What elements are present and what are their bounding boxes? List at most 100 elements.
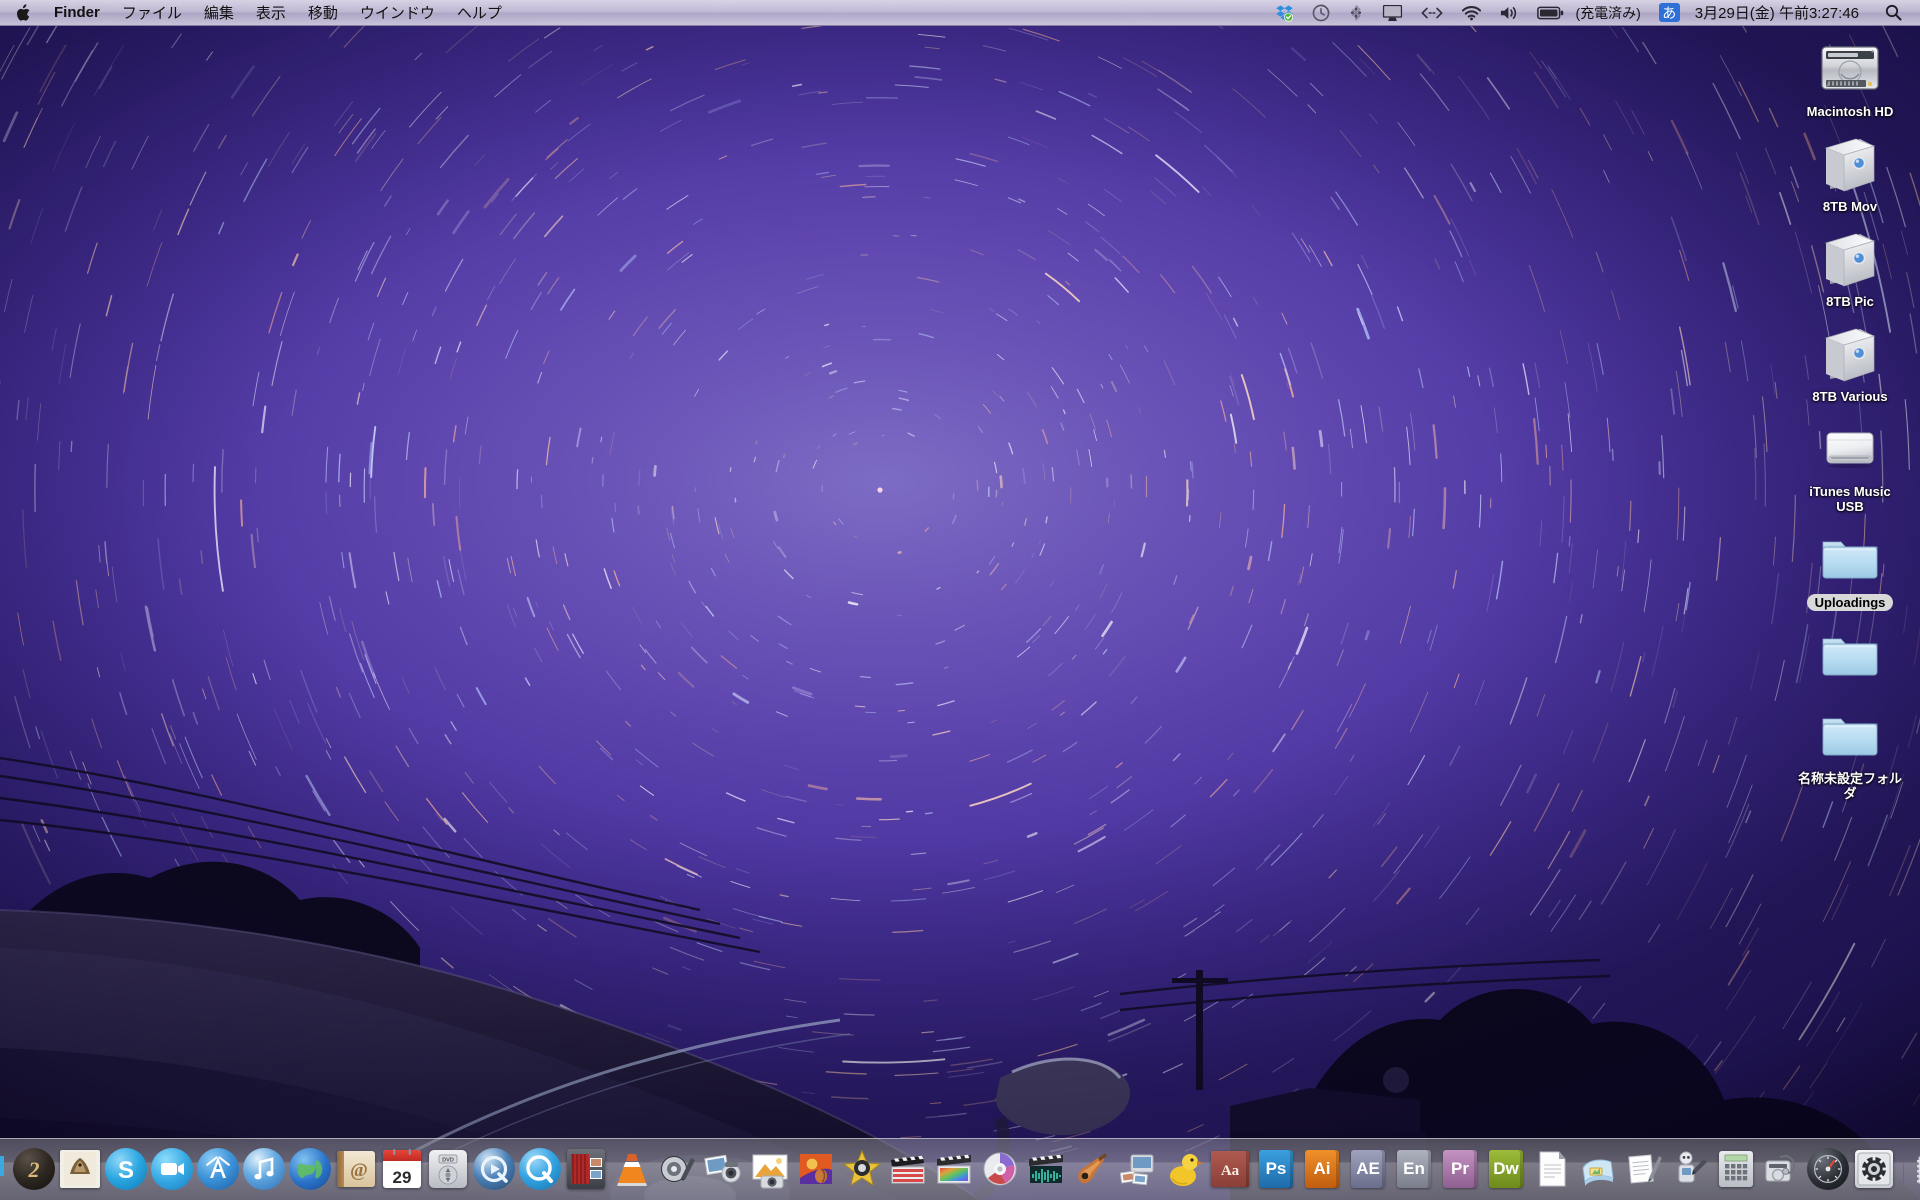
dock-item-image-capture[interactable] [747, 1139, 793, 1197]
dock-item-vlc[interactable] [609, 1139, 655, 1197]
desktop-icon-8tb-mov[interactable]: 8TB Mov [1790, 125, 1910, 214]
dock-item-after-effects[interactable]: AE [1345, 1139, 1391, 1197]
menu-app-name[interactable]: Finder [43, 0, 111, 25]
dock-item-photo-booth[interactable] [563, 1139, 609, 1197]
dock-item-preview[interactable] [1575, 1139, 1621, 1197]
spotlight-search-button[interactable] [1869, 0, 1914, 25]
input-method-indicator[interactable]: あ [1650, 0, 1689, 25]
dock-item-skype[interactable]: S [103, 1139, 149, 1197]
dock-item-address-book[interactable]: @ [333, 1139, 379, 1197]
dock-item-idvd[interactable] [977, 1139, 1023, 1197]
dock-item-encore[interactable]: En [1391, 1139, 1437, 1197]
desktop-icon-8tb-various[interactable]: 8TB Various [1790, 315, 1910, 404]
app-store-icon [197, 1148, 239, 1190]
dock[interactable]: N 2 S @ 29 DVD [0, 1138, 1920, 1200]
after-effects-icon: AE [1347, 1148, 1389, 1190]
dock-item-dictionary[interactable]: Aa [1207, 1139, 1253, 1197]
desktop-icon-uploadings[interactable]: Uploadings [1790, 520, 1910, 611]
wifi-icon[interactable] [1452, 0, 1491, 25]
dock-item-quicktime-x[interactable] [471, 1139, 517, 1197]
apple-logo-icon [16, 3, 30, 21]
dock-item-dreamweaver[interactable]: Dw [1483, 1139, 1529, 1197]
menu-view[interactable]: 表示 [245, 0, 297, 25]
dock-item-photoshop[interactable]: Ps [1253, 1139, 1299, 1197]
photoshop-icon: Ps [1255, 1148, 1297, 1190]
desktop-icon-label: 名称未設定フォルダ [1797, 771, 1902, 801]
dock-item-stickies[interactable] [1621, 1139, 1667, 1197]
illustrator-icon: Ai [1301, 1148, 1343, 1190]
dock-item-illustrator[interactable]: Ai [1299, 1139, 1345, 1197]
dock-item-mail[interactable] [57, 1139, 103, 1197]
dock-item-quicktime-7[interactable] [517, 1139, 563, 1197]
folder-icon [1814, 520, 1886, 592]
dock-item-calendar[interactable]: 29 [379, 1139, 425, 1197]
svg-text:@: @ [350, 1160, 368, 1181]
search-icon [1885, 4, 1902, 21]
dock-item-compressor[interactable] [1115, 1139, 1161, 1197]
usb-drive-icon [1814, 410, 1886, 482]
dock-item-premiere[interactable]: Pr [1437, 1139, 1483, 1197]
volume-icon[interactable] [1491, 0, 1528, 25]
menu-help[interactable]: ヘルプ [446, 0, 513, 25]
dock-item-soundtrack-pro[interactable] [1023, 1139, 1069, 1197]
menu-go[interactable]: 移動 [297, 0, 349, 25]
photo-booth-icon [565, 1148, 607, 1190]
dock-item-disk-utility[interactable] [1759, 1139, 1805, 1197]
dock-item-system-preferences[interactable] [1851, 1139, 1897, 1197]
reeder-icon: 2 [13, 1148, 55, 1190]
desktop-icon-[interactable]: 名称未設定フォルダ [1790, 697, 1910, 801]
calendar-icon: 29 [381, 1148, 423, 1190]
dashboard-icon [1807, 1148, 1849, 1190]
dock-item-reeder[interactable]: 2 [11, 1139, 57, 1197]
dock-item-iphoto[interactable] [701, 1139, 747, 1197]
menu-bar[interactable]: Finder ファイル 編集 表示 移動 ウインドウ ヘルプ (充電済み) あ … [0, 0, 1920, 26]
desktop-icon-untitled-6[interactable] [1790, 617, 1910, 691]
final-cut-express-icon [887, 1148, 929, 1190]
dock-item-twitter[interactable] [0, 1139, 11, 1197]
dock-items: N 2 S @ 29 DVD [0, 1138, 1920, 1200]
apple-menu[interactable] [0, 0, 43, 25]
downloads-stack-icon [1911, 1148, 1920, 1190]
dock-item-final-cut-express[interactable] [885, 1139, 931, 1197]
dock-item-aperture[interactable] [793, 1139, 839, 1197]
menu-file[interactable]: ファイル [111, 0, 193, 25]
battery-icon[interactable] [1528, 0, 1573, 25]
dock-item-facetime[interactable] [149, 1139, 195, 1197]
dock-item-dvd-player[interactable]: DVD [425, 1139, 471, 1197]
code-brackets-icon[interactable] [1412, 0, 1452, 25]
dvd-player-icon: DVD [427, 1148, 469, 1190]
desktop-icon-itunes-music-usb[interactable]: iTunes Music USB [1790, 410, 1910, 514]
menu-bar-clock[interactable]: 3月29日(金) 午前3:27:46 [1689, 2, 1869, 23]
desktop-icon-macintosh-hd[interactable]: Macintosh HD [1790, 30, 1910, 119]
dock-item-garageband[interactable] [1069, 1139, 1115, 1197]
desktop-screen: Finder ファイル 編集 表示 移動 ウインドウ ヘルプ (充電済み) あ … [0, 0, 1920, 1200]
dropbox-icon[interactable] [1266, 0, 1303, 25]
dock-item-disc-recorder[interactable] [655, 1139, 701, 1197]
soundtrack-pro-icon [1025, 1148, 1067, 1190]
time-machine-icon[interactable] [1303, 0, 1339, 25]
menu-window[interactable]: ウインドウ [349, 0, 446, 25]
dock-item-app-store[interactable] [195, 1139, 241, 1197]
desktop-icon-8tb-pic[interactable]: 8TB Pic [1790, 220, 1910, 309]
dock-item-textedit[interactable] [1529, 1139, 1575, 1197]
dock-item-calculator[interactable] [1713, 1139, 1759, 1197]
dock-item-dashboard[interactable] [1805, 1139, 1851, 1197]
dock-item-imovie[interactable] [839, 1139, 885, 1197]
display-icon[interactable] [1373, 0, 1412, 25]
twitter-icon [0, 1148, 9, 1190]
textedit-icon [1531, 1148, 1573, 1190]
desktop-icon-label: 8TB Pic [1826, 294, 1874, 309]
dock-item-automator[interactable] [1667, 1139, 1713, 1197]
dock-item-final-cut-pro[interactable] [931, 1139, 977, 1197]
dock-item-google-earth[interactable] [287, 1139, 333, 1197]
dock-item-itunes[interactable] [241, 1139, 287, 1197]
bluetooth-icon[interactable] [1339, 0, 1373, 25]
desktop-icon-label: 8TB Various [1812, 389, 1888, 404]
preview-icon [1577, 1148, 1619, 1190]
final-cut-pro-icon [933, 1148, 975, 1190]
dock-item-cyberduck[interactable] [1161, 1139, 1207, 1197]
quicktime-x-icon [473, 1148, 515, 1190]
dock-item-downloads-stack[interactable] [1909, 1139, 1920, 1197]
dreamweaver-icon: Dw [1485, 1148, 1527, 1190]
menu-edit[interactable]: 編集 [193, 0, 245, 25]
